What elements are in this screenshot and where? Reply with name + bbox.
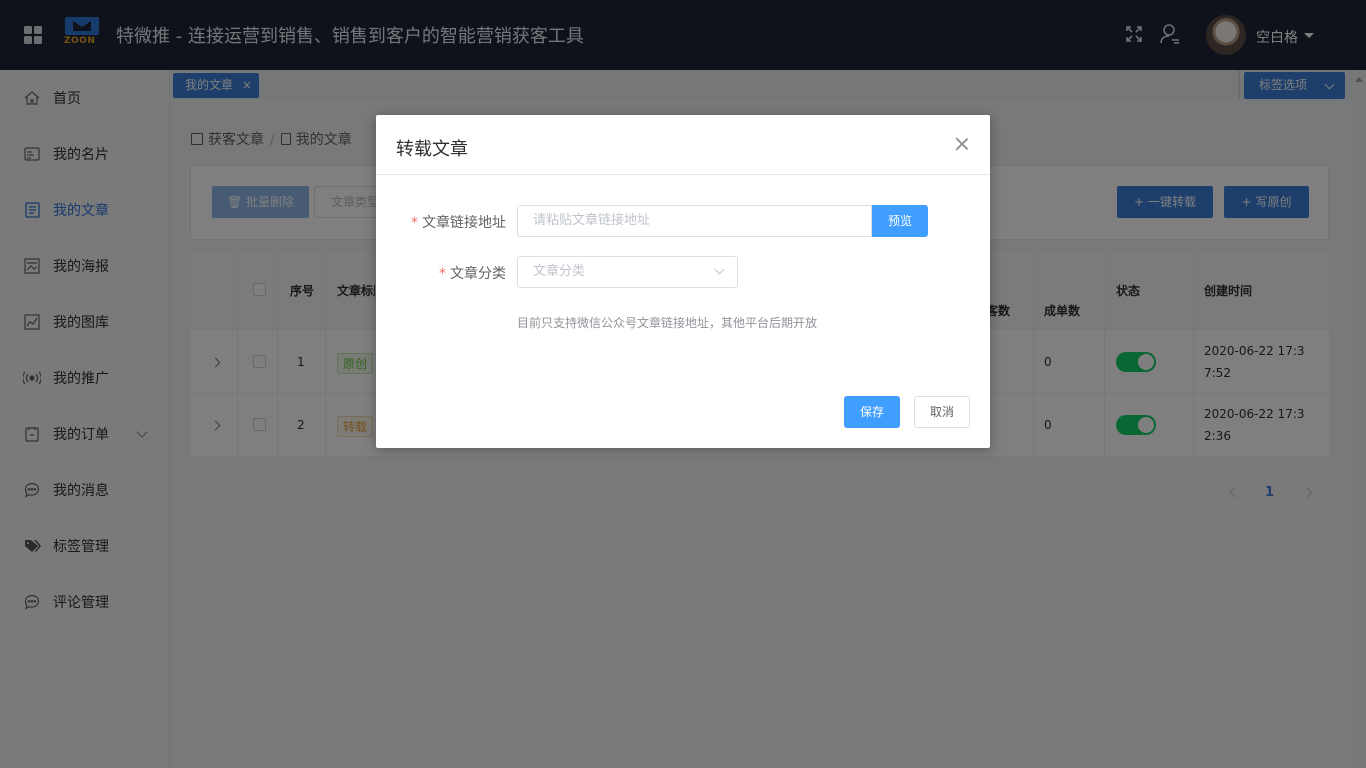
article-category-select[interactable]: 文章分类 — [517, 256, 738, 288]
chevron-down-icon — [714, 264, 725, 275]
category-placeholder: 文章分类 — [533, 264, 586, 279]
url-label: * 文章链接地址 — [396, 212, 506, 232]
save-button[interactable]: 保存 — [844, 396, 900, 428]
required-mark: * — [439, 266, 446, 282]
cancel-button[interactable]: 取消 — [914, 396, 970, 428]
article-url-input[interactable]: 请粘贴文章链接地址 — [517, 205, 872, 237]
url-label-text: 文章链接地址 — [422, 215, 506, 231]
category-label: * 文章分类 — [396, 263, 506, 283]
required-mark: * — [411, 215, 418, 231]
close-icon[interactable] — [955, 137, 969, 151]
preview-button[interactable]: 预览 — [872, 205, 928, 237]
category-label-text: 文章分类 — [450, 266, 506, 282]
hint-text: 目前只支持微信公众号文章链接地址，其他平台后期开放 — [517, 316, 818, 330]
repost-article-dialog: 转载文章 * 文章链接地址 请粘贴文章链接地址 预览 * 文章分类 文章分类 目前只… — [376, 115, 990, 448]
dialog-divider — [376, 174, 990, 175]
dialog-title: 转载文章 — [396, 139, 468, 160]
